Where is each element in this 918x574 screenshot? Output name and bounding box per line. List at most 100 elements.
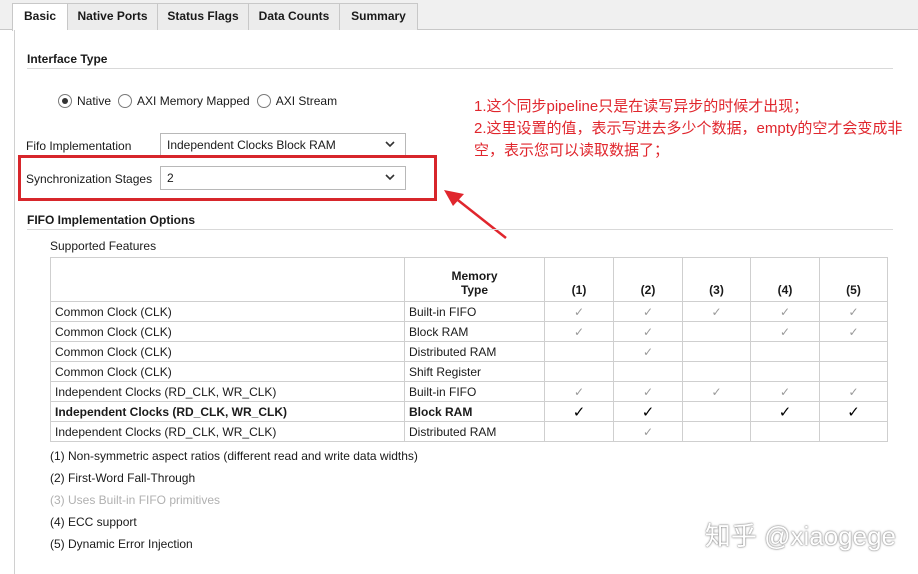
supported-features-label: Supported Features — [50, 239, 157, 253]
row-feature-cell: ✓ — [750, 321, 820, 342]
tab-basic[interactable]: Basic — [12, 3, 68, 31]
table-row: Independent Clocks (RD_CLK, WR_CLK) Block… — [50, 401, 888, 422]
divider — [27, 68, 893, 69]
watermark: 知乎 @xiaogege — [704, 521, 896, 551]
table-header-col-1: (1) — [544, 257, 614, 302]
checkmark-icon: ✓ — [573, 304, 585, 319]
tab-summary[interactable]: Summary — [339, 3, 418, 30]
checkmark-icon: ✓ — [641, 403, 655, 421]
feature-note-2: (2) First-Word Fall-Through — [50, 471, 196, 485]
row-feature-cell — [682, 361, 751, 382]
table-row: Common Clock (CLK) Shift Register — [50, 361, 888, 382]
radio-native-label: Native — [77, 94, 112, 108]
row-feature-cell: ✓ — [544, 381, 614, 402]
row-feature-cell: ✓ — [819, 321, 888, 342]
row-memory-cell: Distributed RAM — [404, 341, 545, 362]
row-memory-cell: Block RAM — [404, 321, 545, 342]
checkmark-icon: ✓ — [848, 304, 859, 319]
row-feature-cell: ✓ — [613, 321, 683, 342]
row-feature-cell — [544, 421, 614, 442]
checkmark-icon: ✓ — [778, 403, 792, 421]
interface-type-title: Interface Type — [27, 52, 108, 66]
tab-data-counts[interactable]: Data Counts — [248, 3, 340, 30]
table-row: Independent Clocks (RD_CLK, WR_CLK) Distr… — [50, 421, 888, 442]
table-row: Common Clock (CLK) Distributed RAM ✓ — [50, 341, 888, 362]
row-clock-cell: Independent Clocks (RD_CLK, WR_CLK) — [50, 381, 405, 402]
fifo-implementation-value: Independent Clocks Block RAM — [167, 138, 336, 152]
fifo-implementation-label: Fifo Implementation — [26, 139, 132, 153]
row-feature-cell: ✓ — [544, 321, 614, 342]
row-feature-cell — [613, 361, 683, 382]
radio-axi-stream[interactable] — [256, 94, 271, 108]
tab-status-flags[interactable]: Status Flags — [157, 3, 249, 30]
radio-axi-stream-label: AXI Stream — [275, 94, 338, 108]
row-feature-cell — [682, 421, 751, 442]
interface-type-radios: Native AXI Memory Mapped AXI Stream — [58, 94, 344, 108]
checkmark-icon: ✓ — [779, 324, 791, 339]
annotation-text: 1.这个同步pipeline只是在读写异步的时候才出现； 2.这里设置的值，表示… — [474, 96, 914, 162]
row-feature-cell — [544, 341, 614, 362]
annotation-line-1: 1.这个同步pipeline只是在读写异步的时候才出现； — [474, 98, 809, 115]
row-feature-cell — [819, 341, 888, 362]
row-feature-cell: ✓ — [613, 301, 683, 322]
table-row: Independent Clocks (RD_CLK, WR_CLK) Built… — [50, 381, 888, 402]
row-feature-cell — [750, 361, 820, 382]
divider — [27, 229, 893, 230]
row-feature-cell — [750, 421, 820, 442]
row-feature-cell: ✓ — [819, 301, 888, 322]
tab-bar: Basic Native Ports Status Flags Data Cou… — [0, 0, 918, 31]
checkmark-icon: ✓ — [573, 324, 585, 339]
checkmark-icon: ✓ — [711, 384, 722, 399]
table-header-row: Memory Type (1) (2) (3) (4) (5) — [50, 257, 888, 302]
feature-note-5: (5) Dynamic Error Injection — [50, 537, 193, 551]
checkmark-icon: ✓ — [848, 384, 859, 399]
row-clock-cell: Common Clock (CLK) — [50, 301, 405, 322]
row-feature-cell: ✓ — [682, 381, 751, 402]
row-memory-cell: Shift Register — [404, 361, 545, 382]
checkmark-icon: ✓ — [848, 324, 859, 339]
table-header-col-5: (5) — [819, 257, 888, 302]
table-row: Common Clock (CLK) Built-in FIFO ✓ ✓ ✓ ✓ ✓ — [50, 301, 888, 322]
row-clock-cell: Independent Clocks (RD_CLK, WR_CLK) — [50, 401, 405, 422]
annotation-line-2: 2.这里设置的值，表示写进去多少个数据，empty的空才会变成非空，表示您可以读… — [474, 120, 903, 159]
row-feature-cell: ✓ — [750, 301, 820, 322]
row-clock-cell: Common Clock (CLK) — [50, 361, 405, 382]
feature-note-4: (4) ECC support — [50, 515, 137, 529]
row-feature-cell: ✓ — [750, 401, 820, 422]
row-feature-cell: ✓ — [613, 381, 683, 402]
fifo-options-title: FIFO Implementation Options — [27, 213, 195, 227]
row-feature-cell: ✓ — [750, 381, 820, 402]
highlight-box — [18, 155, 437, 201]
row-feature-cell: ✓ — [544, 301, 614, 322]
checkmark-icon: ✓ — [642, 324, 654, 339]
row-clock-cell: Common Clock (CLK) — [50, 321, 405, 342]
row-feature-cell: ✓ — [613, 401, 683, 422]
row-feature-cell — [682, 341, 751, 362]
checkmark-icon: ✓ — [572, 403, 586, 421]
table-header-clock — [50, 257, 405, 302]
row-clock-cell: Independent Clocks (RD_CLK, WR_CLK) — [50, 421, 405, 442]
table-header-col-4: (4) — [750, 257, 820, 302]
table-header-col-3: (3) — [682, 257, 751, 302]
chevron-down-icon — [385, 141, 395, 148]
row-memory-cell: Built-in FIFO — [404, 301, 545, 322]
tab-native-ports[interactable]: Native Ports — [67, 3, 158, 30]
feature-note-3: (3) Uses Built-in FIFO primitives — [50, 493, 221, 507]
row-feature-cell: ✓ — [819, 401, 888, 422]
row-feature-cell — [544, 361, 614, 382]
checkmark-icon: ✓ — [779, 304, 791, 319]
checkmark-icon: ✓ — [847, 403, 860, 421]
checkmark-icon: ✓ — [779, 384, 791, 399]
row-feature-cell — [682, 321, 751, 342]
feature-note-1: (1) Non-symmetric aspect ratios (differe… — [50, 449, 418, 463]
row-clock-cell: Common Clock (CLK) — [50, 341, 405, 362]
row-feature-cell — [682, 401, 751, 422]
checkmark-icon: ✓ — [642, 344, 654, 359]
checkmark-icon: ✓ — [642, 384, 654, 399]
row-feature-cell — [819, 361, 888, 382]
checkmark-icon: ✓ — [573, 384, 585, 399]
radio-axi-memory-mapped[interactable] — [118, 94, 133, 108]
fifo-implementation-select[interactable]: Independent Clocks Block RAM — [160, 133, 406, 157]
row-feature-cell: ✓ — [544, 401, 614, 422]
radio-native[interactable] — [58, 94, 72, 108]
